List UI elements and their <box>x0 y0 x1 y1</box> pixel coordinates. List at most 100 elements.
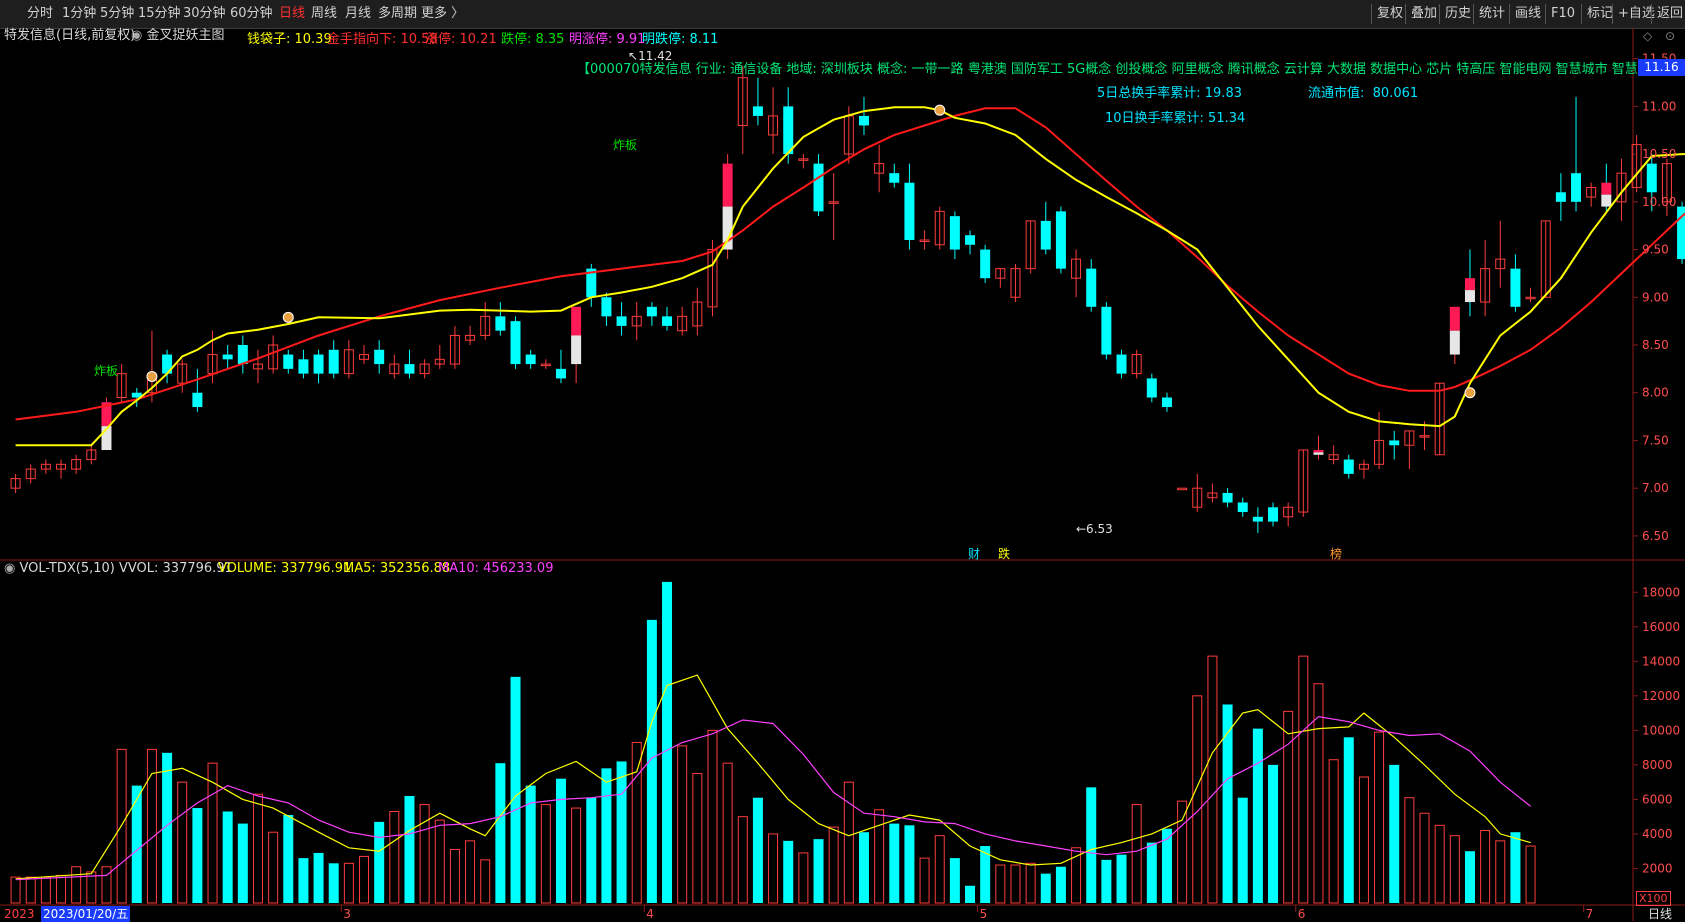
volume-tick-label: 18000 <box>1642 585 1680 599</box>
volume-tick-label: 4000 <box>1642 827 1673 841</box>
volume-bar <box>1252 728 1263 903</box>
candle-body <box>601 297 612 317</box>
candle-body <box>1237 502 1248 513</box>
volume-bar <box>631 741 642 904</box>
volume-bar <box>419 804 430 904</box>
stat-1: 金手指向下: 10.58 <box>327 32 438 47</box>
volume-bar <box>1116 854 1127 903</box>
zhaban-label-1: 炸板 <box>94 364 119 378</box>
volume-bar <box>465 840 476 904</box>
price-tick-label: 8.50 <box>1642 338 1669 352</box>
candle-body <box>1252 516 1263 522</box>
volume-bar <box>1222 704 1233 903</box>
volume-bar <box>934 835 945 904</box>
price-tick-label: 10.00 <box>1642 195 1676 209</box>
cross-marker <box>282 311 294 323</box>
volume-bar <box>601 768 612 903</box>
volume-bar <box>828 826 839 904</box>
volume-bar <box>56 874 67 904</box>
volume-panel-header[interactable]: ◉ VOL-TDX(5,10) VVOL: 337796.91 <box>4 561 233 577</box>
candle-body <box>1055 211 1066 269</box>
stock-chart[interactable]: 11.5011.0010.5010.009.509.008.508.007.50… <box>0 0 1685 921</box>
circle-icon: ◉ <box>131 28 143 43</box>
volume-bar <box>1192 695 1203 904</box>
indicator-selector[interactable]: ◉ 金叉捉妖主图 <box>131 28 225 44</box>
volume-bar <box>919 857 930 904</box>
month-label: 3 <box>343 907 351 921</box>
limit-up-candle <box>1464 290 1475 303</box>
candle-body <box>1086 268 1097 307</box>
candle-body <box>965 235 976 245</box>
indicator-name: 金叉捉妖主图 <box>146 28 225 43</box>
volume-bar <box>25 876 36 904</box>
volume-bar <box>707 729 718 904</box>
volume-bar <box>1283 710 1294 904</box>
volume-bar <box>40 876 51 904</box>
volume-bar <box>1086 787 1097 903</box>
volume-tick-label: 16000 <box>1642 620 1680 634</box>
volume-bar <box>813 839 824 903</box>
volume-bars <box>10 581 1536 904</box>
volume-bar <box>480 859 491 904</box>
volume-bar <box>1404 797 1415 904</box>
vol-ma5-value: MA5: 352356.88 <box>343 561 451 576</box>
volume-bar <box>283 814 294 903</box>
volume-bar <box>1025 862 1036 904</box>
volume-bar <box>252 793 263 904</box>
limit-up-candle <box>1601 194 1612 207</box>
volume-value: VOLUME: 337796.91 <box>218 561 352 576</box>
candle-body <box>222 354 233 360</box>
volume-bar <box>1510 832 1521 903</box>
volume-bar <box>359 855 370 904</box>
stat-0: 钱袋子: 10.39 <box>247 32 332 47</box>
candle-body <box>1389 440 1400 446</box>
volume-bar <box>1389 764 1400 903</box>
diamond-icon[interactable]: ◇ <box>1643 28 1652 44</box>
candle-body <box>662 316 673 326</box>
volume-tick-label: 2000 <box>1642 861 1673 875</box>
volume-bar <box>1298 655 1309 904</box>
event-rank[interactable]: 榜 <box>1330 546 1342 562</box>
price-tick-label: 7.00 <box>1642 481 1669 495</box>
candle-body <box>1040 220 1051 250</box>
price-tick-label: 6.50 <box>1642 529 1669 543</box>
candle-body <box>404 364 415 374</box>
candle-body <box>1646 163 1657 193</box>
candle-body <box>555 368 566 379</box>
volume-bar <box>1480 829 1491 904</box>
volume-bar <box>449 848 460 904</box>
volume-bar <box>1419 812 1430 904</box>
turnover-10d: 10日换手率累计: 51.34 <box>1105 111 1246 126</box>
event-drop[interactable]: 跌 <box>998 546 1010 562</box>
event-finance[interactable]: 财 <box>968 546 980 562</box>
volume-bar <box>237 823 248 903</box>
vvol-value: VVOL: 337796.91 <box>118 561 233 576</box>
stat-3: 跌停: 8.35 <box>501 32 565 47</box>
limit-up-candle <box>1464 278 1475 291</box>
volume-bar <box>571 807 582 904</box>
volume-bar <box>1101 859 1112 903</box>
settings-icon[interactable]: ⊙ <box>1665 28 1675 44</box>
volume-bar <box>10 876 21 904</box>
volume-bar <box>313 852 324 903</box>
stat-5: 明跌停: 8.11 <box>642 32 719 47</box>
candle-body <box>752 106 763 116</box>
candle-body <box>237 345 248 365</box>
moving-averages <box>15 104 1685 447</box>
month-label: 4 <box>646 907 654 921</box>
month-label: 7 <box>1586 907 1594 921</box>
volume-bar <box>752 797 763 903</box>
volume-bar <box>1525 845 1536 904</box>
volume-bar <box>222 811 233 903</box>
volume-bar <box>1237 797 1248 903</box>
volume-bar <box>783 840 794 903</box>
volume-bar <box>722 762 733 904</box>
price-tick-label: 8.00 <box>1642 386 1669 400</box>
candle-body <box>313 354 324 374</box>
limit-up-candle <box>1313 452 1324 455</box>
cross-marker <box>934 104 946 116</box>
volume-bar <box>858 832 869 903</box>
volume-bar <box>328 863 339 903</box>
volume-bar <box>71 866 82 904</box>
price-tick-label: 7.50 <box>1642 433 1669 447</box>
